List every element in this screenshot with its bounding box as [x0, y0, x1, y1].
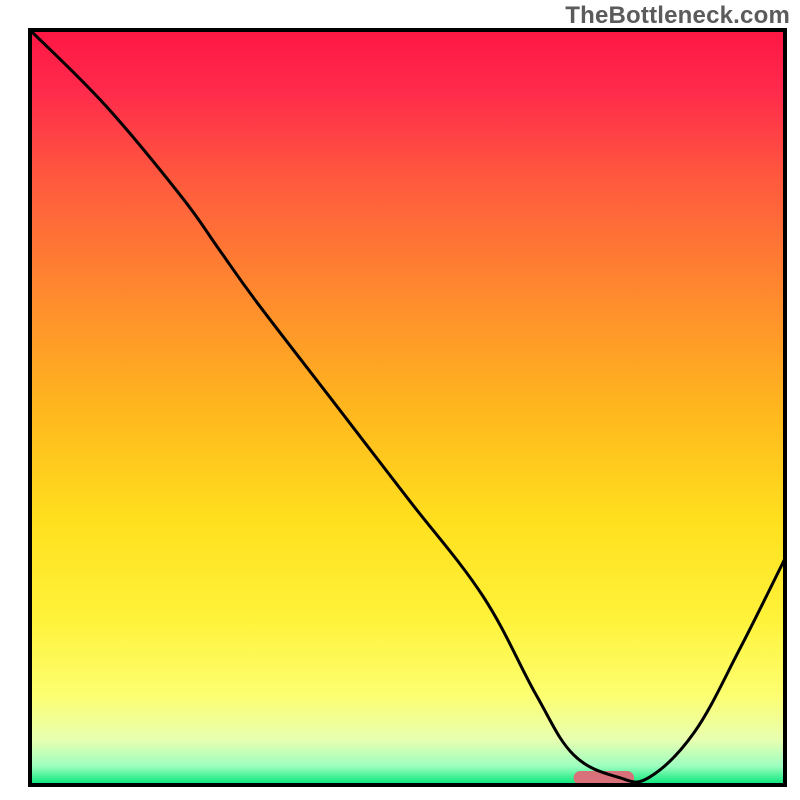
bottleneck-chart — [0, 0, 800, 800]
chart-stage: TheBottleneck.com — [0, 0, 800, 800]
gradient-background — [30, 30, 785, 785]
